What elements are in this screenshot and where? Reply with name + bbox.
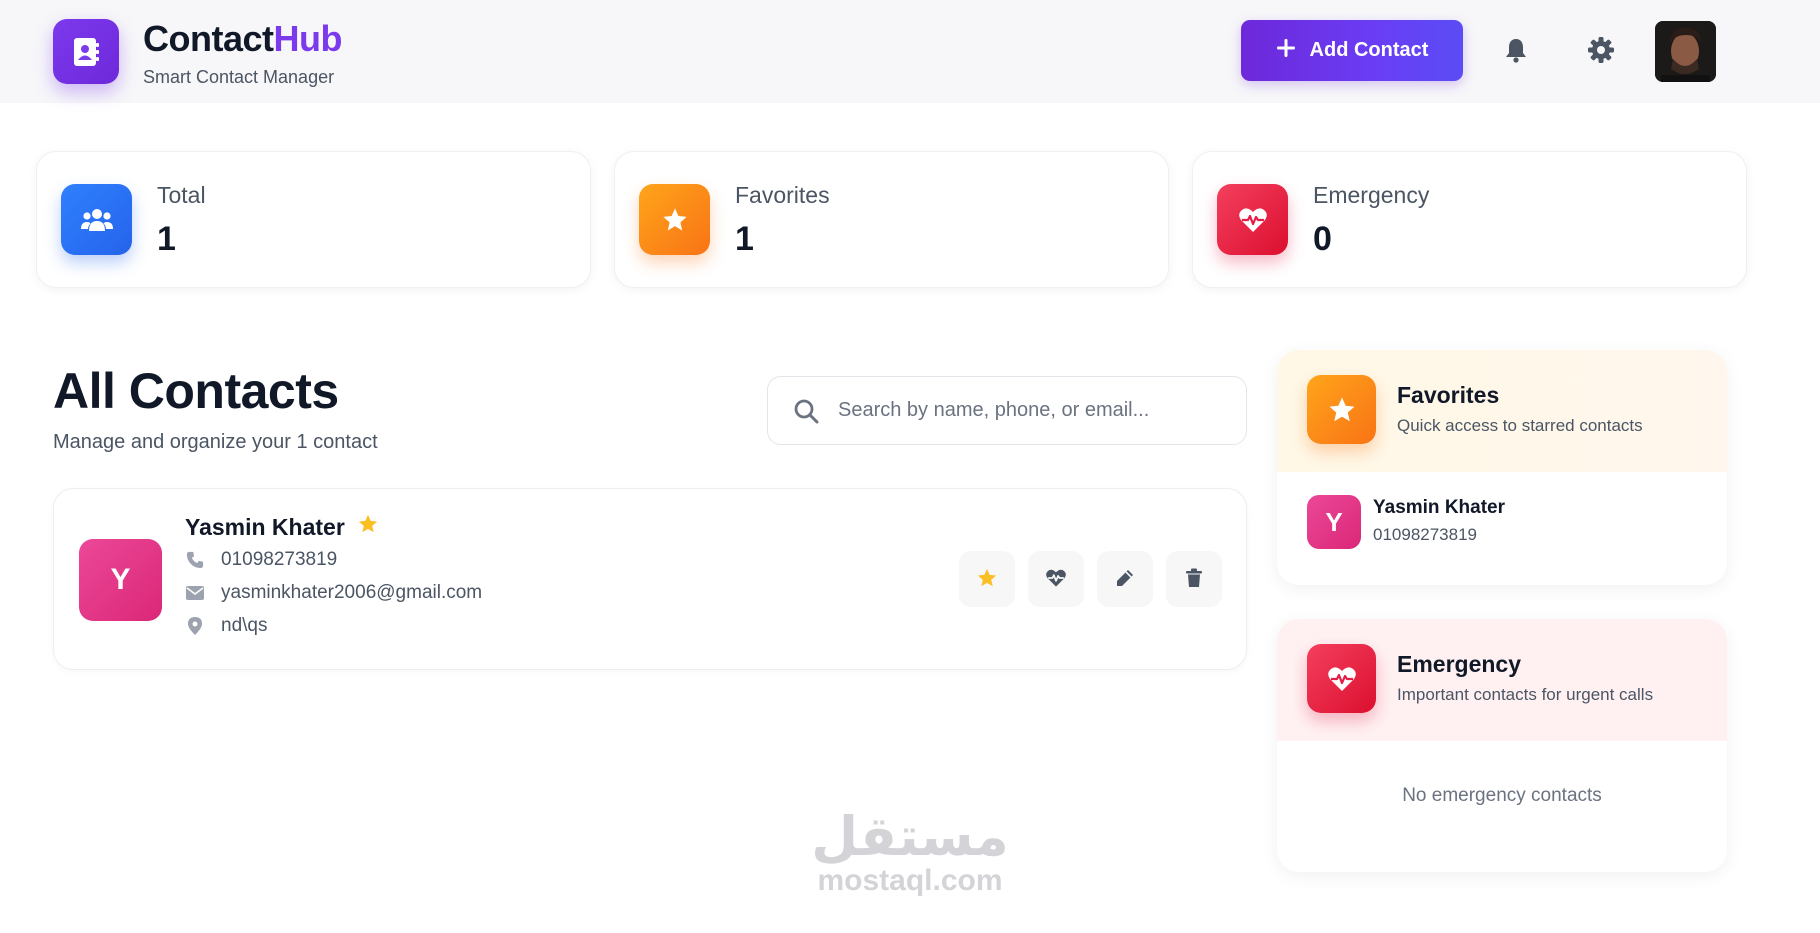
app-tagline: Smart Contact Manager	[143, 67, 335, 87]
stat-value: 0	[1313, 220, 1332, 258]
contact-phone-row: 01098273819	[185, 549, 337, 571]
stat-card-total: Total 1	[36, 151, 591, 288]
search-box[interactable]	[767, 376, 1247, 445]
gear-icon[interactable]	[1583, 32, 1619, 68]
users-icon	[61, 184, 132, 255]
favorite-contact-avatar: Y	[1307, 495, 1361, 549]
watermark-latin: mostaql.com	[817, 864, 1003, 897]
favorite-toggle-button[interactable]	[959, 551, 1015, 607]
stat-label: Favorites	[735, 182, 830, 208]
favorites-panel: Favorites Quick access to starred contac…	[1277, 350, 1727, 585]
emergency-panel-header: Emergency Important contacts for urgent …	[1277, 619, 1727, 741]
stat-card-emergency: Emergency 0	[1192, 151, 1747, 288]
contact-address: nd\qs	[221, 615, 268, 636]
search-input[interactable]	[838, 399, 1218, 422]
contact-email: yasminkhater2006@gmail.com	[221, 582, 483, 603]
emergency-panel: Emergency Important contacts for urgent …	[1277, 619, 1727, 872]
star-icon	[976, 567, 998, 592]
search-icon	[792, 397, 820, 425]
contact-email-row: yasminkhater2006@gmail.com	[185, 582, 482, 604]
stat-value: 1	[157, 220, 176, 258]
phone-icon	[185, 551, 205, 569]
delete-contact-button[interactable]	[1166, 551, 1222, 607]
favorites-panel-title: Favorites	[1397, 382, 1500, 408]
plus-icon	[1276, 38, 1296, 64]
app-brand: ContactHub	[143, 18, 342, 59]
favorite-contact-phone: 01098273819	[1373, 525, 1478, 544]
emergency-toggle-button[interactable]	[1028, 551, 1084, 607]
emergency-empty-text: No emergency contacts	[1402, 785, 1602, 806]
edit-contact-button[interactable]	[1097, 551, 1153, 607]
favorite-contact-item[interactable]: Y Yasmin Khater 01098273819	[1307, 495, 1505, 549]
heart-pulse-icon	[1217, 184, 1288, 255]
star-icon	[1307, 375, 1376, 444]
favorite-star-icon	[357, 513, 379, 541]
pencil-icon	[1115, 568, 1135, 591]
heart-pulse-icon	[1307, 644, 1376, 713]
stat-label: Total	[157, 182, 206, 208]
star-icon	[639, 184, 710, 255]
address-book-icon	[53, 19, 119, 84]
favorites-panel-header: Favorites Quick access to starred contac…	[1277, 350, 1727, 472]
emergency-panel-title: Emergency	[1397, 651, 1522, 677]
add-contact-button[interactable]: Add Contact	[1241, 20, 1463, 81]
contact-address-row: nd\qs	[185, 615, 267, 637]
stat-card-favorites: Favorites 1	[614, 151, 1169, 288]
contact-name: Yasmin Khater	[185, 513, 345, 540]
app-header: ContactHub Smart Contact Manager Add Con…	[0, 0, 1820, 103]
watermark: مستقل mostaql.com	[800, 808, 1020, 896]
favorites-panel-subtitle: Quick access to starred contacts	[1397, 416, 1643, 435]
user-avatar[interactable]	[1655, 21, 1716, 82]
add-contact-label: Add Contact	[1309, 39, 1429, 61]
stat-value: 1	[735, 220, 754, 258]
contact-avatar: Y	[79, 539, 162, 621]
trash-icon	[1185, 568, 1203, 591]
contact-card[interactable]: Y Yasmin Khater 01098273819 yasminkhater…	[53, 488, 1247, 670]
bell-icon[interactable]	[1498, 32, 1534, 68]
envelope-icon	[185, 586, 205, 600]
stat-label: Emergency	[1313, 182, 1430, 208]
contact-phone: 01098273819	[221, 549, 338, 570]
watermark-arabic: مستقل	[811, 805, 1009, 868]
page-subtitle: Manage and organize your 1 contact	[53, 431, 378, 453]
emergency-panel-subtitle: Important contacts for urgent calls	[1397, 685, 1654, 704]
contact-name-row: Yasmin Khater	[185, 513, 379, 541]
page-title: All Contacts	[53, 363, 339, 419]
heart-pulse-icon	[1045, 568, 1067, 591]
location-pin-icon	[185, 617, 205, 635]
favorite-contact-name: Yasmin Khater	[1373, 497, 1505, 518]
